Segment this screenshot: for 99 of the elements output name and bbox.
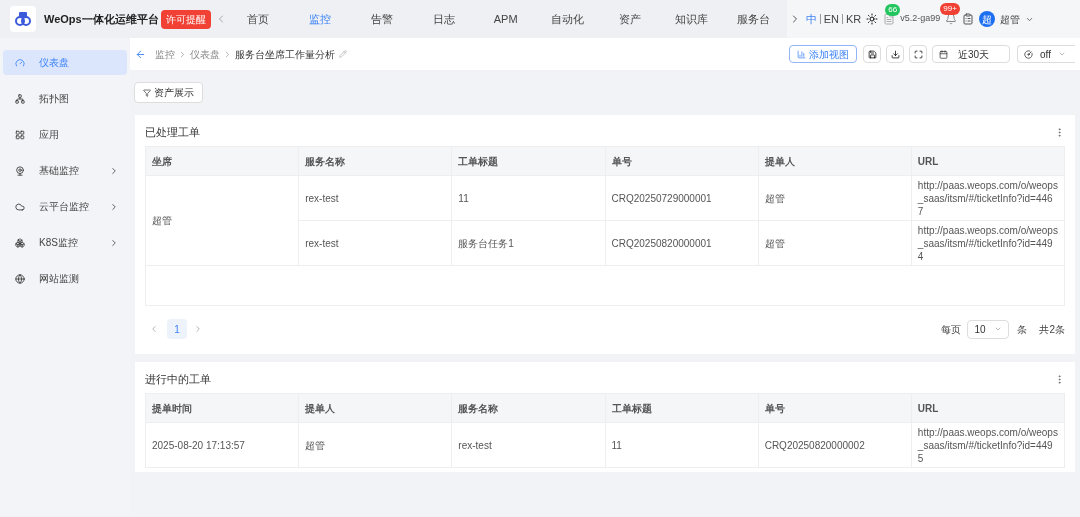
nav-tab[interactable]: 告警 <box>350 10 413 28</box>
table-cell: 超管 <box>146 176 300 266</box>
column-header: 服务名称 <box>452 394 606 423</box>
chevron-icon <box>109 165 119 176</box>
sidebar-item[interactable]: 网站监测 <box>3 266 127 291</box>
nav-tab[interactable]: 资产 <box>598 10 661 28</box>
card-title: 进行中的工单 <box>145 371 211 387</box>
separator-icon <box>178 49 187 59</box>
column-header: 提单时间 <box>146 394 300 423</box>
bell-icon[interactable] <box>945 13 958 25</box>
bar-chart-icon <box>797 49 806 59</box>
nav-tab[interactable]: 服务台 <box>722 10 785 28</box>
gauge-icon <box>1024 49 1033 59</box>
unit-label: 条 <box>1017 322 1028 337</box>
grid-icon <box>15 129 25 140</box>
page-size-label: 每页 <box>941 322 962 337</box>
globe-icon <box>15 273 25 284</box>
sidebar-item[interactable]: 应用 <box>3 122 127 147</box>
breadcrumb-item: 服务台坐席工作量分析 <box>235 47 335 62</box>
chevron-icon <box>109 237 119 248</box>
table-cell: CRQ20250729000001 <box>605 176 759 221</box>
fullscreen-button[interactable] <box>909 45 927 63</box>
card-title: 已处理工单 <box>145 124 200 140</box>
table-cell: rex-test <box>299 221 453 266</box>
sidebar-item[interactable]: 基础监控 <box>3 158 127 183</box>
user-avatar[interactable]: 超 <box>979 11 996 27</box>
message-icon[interactable] <box>883 13 896 25</box>
logo-icon <box>10 6 36 32</box>
table-cell: 11 <box>452 176 606 221</box>
table-cell: 服务台任务1 <box>452 221 606 266</box>
add-view-button[interactable]: 添加视图 <box>789 45 857 63</box>
back-icon[interactable] <box>135 48 146 60</box>
save-button[interactable] <box>863 45 881 63</box>
table-cell: rex-test <box>299 176 453 221</box>
sidebar-item[interactable]: K8S监控 <box>3 230 127 255</box>
column-header: 工单标题 <box>452 147 606 176</box>
language-option[interactable]: 中 <box>805 10 817 28</box>
column-header: 提单人 <box>758 147 912 176</box>
table-cell: 2025-08-20 17:13:57 <box>146 423 300 468</box>
webcam-icon <box>15 165 25 176</box>
table-cell: 超管 <box>758 221 912 266</box>
chevron-icon <box>109 201 119 212</box>
caret-icon <box>1057 50 1066 58</box>
count-badge: 66 <box>885 4 901 16</box>
column-header: URL <box>911 147 1065 176</box>
column-header: 单号 <box>605 147 759 176</box>
column-header: 工单标题 <box>605 394 759 423</box>
column-header: 单号 <box>758 394 912 423</box>
boxes-icon <box>15 237 25 248</box>
table-cell: rex-test <box>452 423 606 468</box>
fullscreen-icon <box>913 49 923 59</box>
theme-icon[interactable] <box>866 13 879 25</box>
date-range-picker[interactable]: 近30天 <box>932 45 1010 63</box>
nav-tab[interactable]: 日志 <box>412 10 475 28</box>
refresh-select[interactable]: off <box>1017 45 1075 63</box>
table-cell: 11 <box>605 423 759 468</box>
download-button[interactable] <box>886 45 904 63</box>
table-cell: CRQ20250820000002 <box>758 423 912 468</box>
table-cell: 超管 <box>299 423 453 468</box>
nav-tab[interactable]: 知识库 <box>660 10 723 28</box>
table-cell: CRQ20250820000001 <box>605 221 759 266</box>
nav-tab[interactable]: APM <box>474 10 537 28</box>
breadcrumb-item[interactable]: 监控 <box>155 46 175 62</box>
page-number[interactable]: 1 <box>167 319 187 339</box>
previous-page-icon[interactable] <box>149 324 159 334</box>
filter-icon <box>143 88 151 97</box>
sidebar-item[interactable]: 拓扑图 <box>3 86 127 111</box>
version-label: v5.2-ga99 <box>900 12 941 26</box>
table-cell: http://paas.weops.com/o/weops_saas/itsm/#/ticketInfo?id=4495 <box>911 423 1065 468</box>
count-badge: 99+ <box>940 3 960 15</box>
filter-button[interactable]: 资产展示 <box>134 82 203 103</box>
sidebar-item[interactable]: 云平台监控 <box>3 194 127 219</box>
save-icon <box>867 49 877 59</box>
column-header: URL <box>911 394 1065 423</box>
table-cell: 超管 <box>758 176 912 221</box>
license-badge[interactable]: 许可提醒 <box>160 9 211 29</box>
column-header: 坐席 <box>146 147 300 176</box>
table-cell: http://paas.weops.com/o/weops_saas/itsm/#/ticketInfo?id=4467 <box>911 176 1065 221</box>
nav-tab[interactable]: 自动化 <box>536 10 599 28</box>
column-header: 服务名称 <box>299 147 453 176</box>
gauge-icon <box>15 57 25 68</box>
download-icon <box>890 49 900 59</box>
calendar-icon <box>939 49 948 59</box>
next-page-icon[interactable] <box>193 324 203 334</box>
caret-icon <box>994 325 1003 333</box>
language-option[interactable]: KR <box>846 10 862 28</box>
nav-tab[interactable]: 首页 <box>226 10 289 28</box>
separator-icon <box>223 49 232 59</box>
app-title: WeOps一体化运维平台 <box>44 11 159 27</box>
table-cell: http://paas.weops.com/o/weops_saas/itsm/#/ticketInfo?id=4494 <box>911 221 1065 266</box>
cloud-icon <box>15 201 25 212</box>
page-size-select[interactable]: 10 <box>967 319 1010 339</box>
network-icon <box>15 93 25 104</box>
user-name[interactable]: 超管 <box>1000 11 1021 27</box>
task-icon[interactable] <box>962 13 975 25</box>
breadcrumb-item[interactable]: 仪表盘 <box>190 46 220 62</box>
column-header: 提单人 <box>299 394 453 423</box>
total-count: 共2条 <box>1039 322 1065 337</box>
language-option[interactable]: EN <box>823 10 839 28</box>
